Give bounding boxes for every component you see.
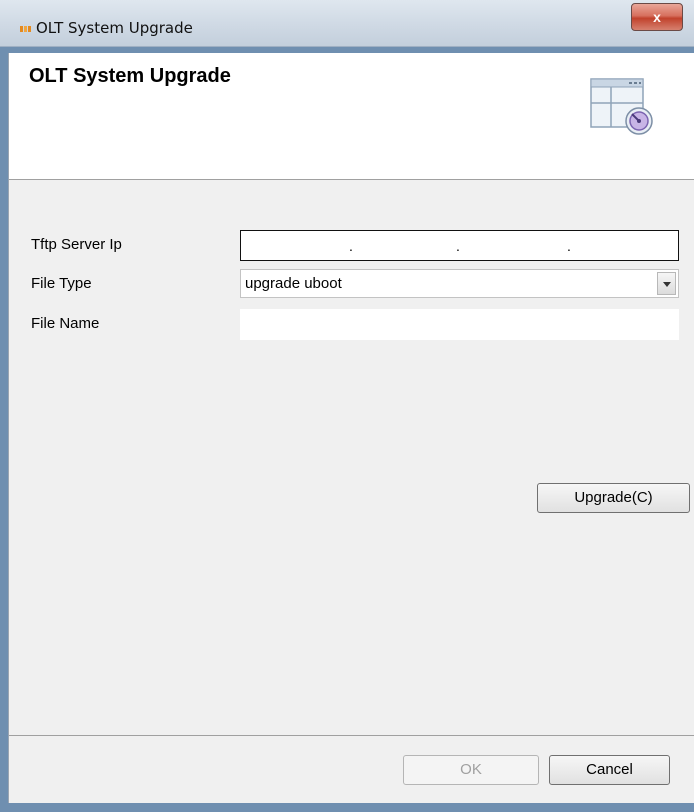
ip-separator: .	[349, 238, 353, 254]
chevron-down-icon[interactable]	[657, 272, 676, 295]
file-name-label: File Name	[31, 315, 100, 332]
window-title: OLT System Upgrade	[36, 19, 193, 37]
close-button[interactable]: x	[631, 3, 683, 31]
dialog-window: OLT System Upgrade x OLT System Upgrade …	[0, 0, 694, 812]
dialog-body: OLT System Upgrade Tftp Server Ip . . . …	[8, 53, 694, 803]
file-type-select[interactable]: upgrade uboot	[240, 269, 679, 298]
file-name-input[interactable]	[240, 309, 679, 340]
app-icon	[20, 26, 31, 32]
window-gauge-icon	[590, 78, 653, 135]
tftp-server-ip-label: Tftp Server Ip	[31, 236, 122, 253]
title-bar[interactable]: OLT System Upgrade x	[0, 0, 694, 47]
ip-separator: .	[456, 238, 460, 254]
header-panel: OLT System Upgrade	[9, 53, 694, 180]
file-type-label: File Type	[31, 275, 92, 292]
footer-divider	[9, 735, 694, 736]
tftp-server-ip-input[interactable]: . . .	[240, 230, 679, 261]
ok-button[interactable]: OK	[403, 755, 539, 785]
file-type-value: upgrade uboot	[245, 275, 342, 292]
upgrade-button[interactable]: Upgrade(C)	[537, 483, 690, 513]
page-title: OLT System Upgrade	[29, 65, 231, 87]
cancel-button[interactable]: Cancel	[549, 755, 670, 785]
ip-separator: .	[567, 238, 571, 254]
